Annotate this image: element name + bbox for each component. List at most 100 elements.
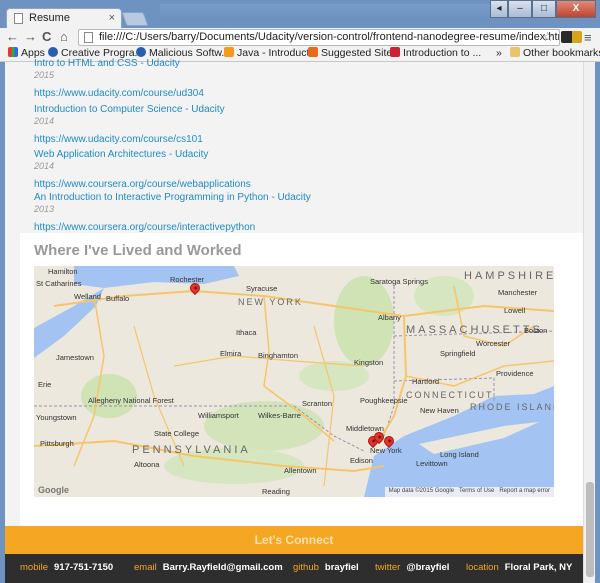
map-label: Saratoga Springs — [370, 277, 428, 286]
contact-location[interactable]: location Floral Park, NY — [466, 562, 572, 573]
browser-toolbar: ← → C ⌂ file:///C:/Users/barry/Documents… — [0, 28, 600, 46]
course-url-link[interactable]: https://www.udacity.com/course/ud304 — [34, 88, 574, 100]
map-label: Ithaca — [236, 328, 257, 337]
map-label: Providence — [496, 369, 534, 378]
map-label: Manchester — [498, 288, 538, 297]
apps-icon — [8, 47, 18, 57]
online-class: Web Application Architectures - Udacity … — [34, 149, 574, 191]
map-label: Hartford — [412, 377, 440, 386]
map-label: Lowell — [504, 306, 526, 315]
map-label: Binghamton — [258, 351, 299, 360]
page-icon — [84, 32, 93, 43]
lets-connect-heading: Let's Connect — [5, 526, 583, 554]
map-label: MASSACHUSETTS — [406, 324, 543, 336]
map-label: PENNSYLVANIA — [132, 444, 251, 456]
map-label: Williamsport — [198, 411, 239, 420]
tab-close-icon[interactable]: × — [109, 12, 115, 24]
minimize-button[interactable]: – — [508, 0, 532, 18]
course-title-link[interactable]: Introduction to Computer Science - Udaci… — [34, 104, 574, 116]
forward-icon[interactable]: → — [24, 29, 37, 44]
map-label: Allentown — [284, 466, 317, 475]
map-label: Erie — [38, 380, 52, 389]
map-label: Elmira — [220, 349, 242, 358]
map-label: Youngstown — [36, 413, 77, 422]
google-logo: Google — [38, 485, 69, 495]
maximize-button[interactable]: □ — [532, 0, 556, 18]
map-label: Springfield — [440, 349, 476, 358]
window-titlebar: Resume × ◂ – □ X — [0, 0, 600, 28]
new-tab-button[interactable] — [121, 12, 149, 26]
map-label: RHODE ISLAND — [470, 402, 554, 412]
terms-link[interactable]: Terms of Use — [459, 488, 494, 494]
map-label: Wilkes-Barre — [258, 411, 301, 420]
map-label: Hamilton — [48, 267, 78, 276]
map-label: NEW YORK — [238, 297, 303, 307]
course-url-link[interactable]: https://www.coursera.org/course/webappli… — [34, 179, 574, 191]
page-scrollbar[interactable] — [583, 62, 595, 583]
course-year: 2014 — [34, 116, 55, 126]
home-icon[interactable]: ⌂ — [60, 29, 68, 44]
window-controls: ◂ – □ X — [490, 0, 596, 18]
online-class: Introduction to Computer Science - Udaci… — [34, 104, 574, 146]
report-map-error-link[interactable]: Report a map error — [499, 488, 550, 494]
map-label: Welland — [74, 292, 101, 301]
map-label: St Catharines — [36, 279, 82, 288]
close-window-button[interactable]: X — [556, 0, 596, 18]
map-label: HAMPSHIRE — [464, 270, 554, 282]
map-label: CONNECTICUT — [406, 390, 494, 400]
bookmark-star-icon[interactable]: ☆ — [542, 29, 554, 45]
contact-twitter[interactable]: twitter @brayfiel — [375, 562, 449, 573]
course-year: 2014 — [34, 161, 55, 171]
google-map[interactable]: NEW YORK PENNSYLVANIA MASSACHUSETTS CONN… — [34, 266, 554, 497]
tab-resume[interactable]: Resume × — [6, 8, 122, 28]
map-label: Worcester — [476, 339, 511, 348]
map-section-title: Where I've Lived and Worked — [34, 242, 242, 259]
contact-github[interactable]: github brayfiel — [293, 562, 359, 573]
address-bar[interactable]: file:///C:/Users/barry/Documents/Udacity… — [78, 29, 560, 46]
contacts-bar: mobile 917-751-7150 email Barry.Rayfield@g… — [5, 554, 583, 583]
scrollbar-thumb[interactable] — [586, 482, 594, 577]
map-label: Buffalo — [106, 294, 130, 303]
tab-title: Resume — [29, 12, 70, 24]
window-back-icon[interactable]: ◂ — [490, 0, 508, 18]
map-label: Rochester — [170, 275, 205, 284]
folder-icon — [510, 47, 520, 57]
map-label: New Haven — [420, 406, 459, 415]
contact-mobile[interactable]: mobile 917-751-7150 — [20, 562, 113, 573]
map-label: Syracuse — [246, 284, 278, 293]
map-label: Scranton — [302, 399, 333, 408]
course-url-link[interactable]: https://www.udacity.com/course/cs101 — [34, 134, 574, 146]
address-url: file:///C:/Users/barry/Documents/Udacity… — [99, 31, 560, 43]
map-label: State College — [154, 429, 200, 438]
map-label: Long Island — [440, 450, 479, 459]
map-label: Altoona — [134, 460, 160, 469]
map-label: Allegheny National Forest — [88, 396, 174, 405]
extension-icon[interactable] — [572, 31, 582, 43]
map-label: Pittsburgh — [40, 439, 74, 448]
suggested-sites-icon — [308, 47, 318, 57]
map-attribution: Map data ©2015 Google Terms of Use Repor… — [384, 487, 554, 497]
reload-icon[interactable]: C — [42, 29, 51, 44]
online-class: An Introduction to Interactive Programmi… — [34, 192, 574, 234]
contact-email[interactable]: email Barry.Rayfield@gmail.com — [134, 562, 283, 573]
map-label: Reading — [262, 487, 290, 496]
map-label: New York — [370, 446, 402, 455]
udacity-icon — [224, 47, 234, 57]
map-label: Jamestown — [56, 353, 94, 362]
menu-icon[interactable]: ≡ — [584, 30, 592, 45]
course-title-link[interactable]: Intro to HTML and CSS - Udacity — [34, 58, 574, 70]
course-title-link[interactable]: Web Application Architectures - Udacity — [34, 149, 574, 161]
map-label: Kingston — [354, 358, 384, 367]
map-label: Albany — [378, 313, 401, 322]
map-label: Levittown — [416, 459, 448, 468]
document-icon — [14, 13, 23, 24]
bookmark-icon — [136, 47, 146, 57]
back-icon[interactable]: ← — [6, 29, 19, 44]
online-class: Intro to HTML and CSS - Udacity 2015 htt… — [34, 58, 574, 100]
map-label: Edison — [350, 456, 373, 465]
course-year: 2013 — [34, 204, 55, 214]
map-label: Boston — [524, 326, 548, 335]
course-title-link[interactable]: An Introduction to Interactive Programmi… — [34, 192, 574, 204]
course-year: 2015 — [34, 70, 55, 80]
bookmark-icon — [390, 47, 400, 57]
